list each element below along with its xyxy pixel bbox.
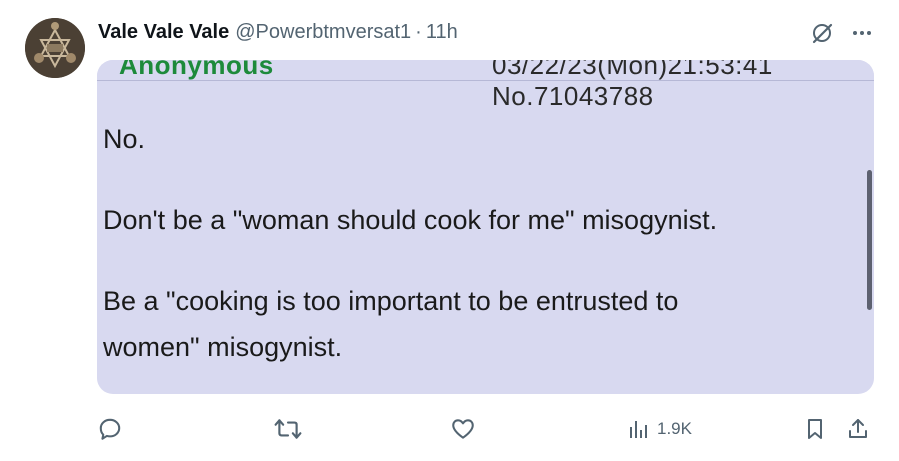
timestamp[interactable]: 11h [426,21,458,44]
views-count: 1.9K [657,419,692,438]
image-post-author: Anonymous [119,60,274,80]
image-text-line: Don't be a "woman should cook for me" mi… [103,205,718,235]
heart-icon [452,419,474,439]
reply-button[interactable] [97,412,123,446]
views-button[interactable]: 1.9K [627,412,692,446]
display-name[interactable]: Vale Vale Vale [98,21,229,44]
tweet-image[interactable]: Anonymous 03/22/23(Mon)21:53:41 No.71043… [97,60,874,394]
bookmark-button[interactable] [803,412,827,446]
share-icon [849,419,867,438]
more-icon[interactable] [849,20,875,46]
image-post-meta: 03/22/23(Mon)21:53:41 No.71043788 [492,60,773,111]
avatar-image [25,18,85,78]
tweet-top-actions [809,20,875,46]
share-button[interactable] [846,412,870,446]
image-post-header: Anonymous 03/22/23(Mon)21:53:41 No.71043… [97,60,874,111]
retweet-button[interactable] [274,412,302,446]
image-scrollbar [867,170,872,310]
user-handle[interactable]: @Powerbtmversat1 [235,21,411,44]
avatar[interactable] [25,18,85,78]
retweet-icon [274,419,302,439]
reply-icon [99,418,121,440]
tweet-header: Vale Vale Vale @Powerbtmversat1 · 11h [98,20,458,44]
separator-dot: · [415,20,422,43]
tweet-action-bar: 1.9K [97,412,874,446]
bookmark-icon [808,419,822,439]
image-text-line: No. [103,124,146,154]
grok-icon[interactable] [809,20,835,46]
image-text-line: women" misogynist. [103,332,343,362]
image-text-line: Be a "cooking is too important to be ent… [103,286,679,316]
like-button[interactable] [450,412,476,446]
views-icon [630,421,647,438]
